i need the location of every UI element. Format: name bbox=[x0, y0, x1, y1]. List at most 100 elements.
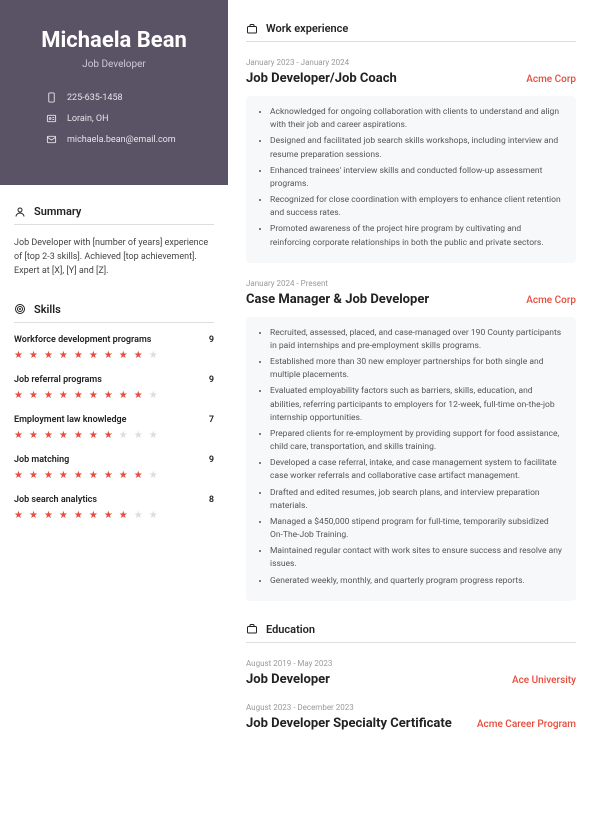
sidebar-body: Summary Job Developer with [number of ye… bbox=[0, 185, 228, 555]
star-icon: ★ bbox=[14, 390, 23, 401]
school-name: Ace University bbox=[512, 675, 576, 686]
star-icon: ★ bbox=[104, 390, 113, 401]
phone-icon bbox=[46, 92, 57, 103]
bullet-item: Designed and facilitated job search skil… bbox=[270, 135, 562, 161]
star-icon: ★ bbox=[149, 390, 158, 401]
date-range: January 2023 - January 2024 bbox=[246, 58, 576, 67]
bullet-item: Managed a $450,000 stipend program for f… bbox=[270, 516, 562, 542]
star-icon: ★ bbox=[104, 350, 113, 361]
star-icon: ★ bbox=[119, 430, 128, 441]
skills-list: Workforce development programs 9 ★ ★ ★ ★ ★ ★ ★ ★ ★… bbox=[14, 335, 214, 521]
star-icon: ★ bbox=[74, 430, 83, 441]
edu-title-row: Job Developer Ace University bbox=[246, 672, 576, 687]
skill-score: 9 bbox=[209, 375, 214, 385]
briefcase-icon bbox=[246, 23, 258, 35]
star-icon: ★ bbox=[74, 470, 83, 481]
skill-item: Job referral programs9★★★★★★★★★★ bbox=[14, 375, 214, 401]
hero-block: Michaela Bean Job Developer 225-635-1458… bbox=[0, 0, 228, 185]
company-name: Acme Corp bbox=[526, 295, 576, 306]
star-icon: ★ bbox=[119, 470, 128, 481]
work-label: Work experience bbox=[266, 22, 348, 35]
person-name: Michaela Bean bbox=[18, 28, 210, 53]
star-icon: ★ bbox=[134, 390, 143, 401]
star-icon: ★ bbox=[104, 430, 113, 441]
star-icon: ★ bbox=[89, 390, 98, 401]
star-row: ★★★★★★★★★★ bbox=[14, 430, 214, 441]
job-title: Job Developer/Job Coach bbox=[246, 71, 397, 86]
summary-text: Job Developer with [number of years] exp… bbox=[14, 237, 214, 279]
skill-item: Employment law knowledge7★★★★★★★★★★ bbox=[14, 415, 214, 441]
star-icon: ★ bbox=[59, 390, 68, 401]
star-icon: ★ bbox=[89, 510, 98, 521]
star-icon: ★ bbox=[59, 510, 68, 521]
person-title: Job Developer bbox=[18, 59, 210, 70]
bullet-item: Generated weekly, monthly, and quarterly… bbox=[270, 575, 562, 588]
phone-text: 225-635-1458 bbox=[67, 93, 123, 103]
star-icon: ★ bbox=[89, 430, 98, 441]
location-icon bbox=[46, 113, 57, 124]
star-icon: ★ bbox=[29, 350, 38, 361]
skills-heading: Skills bbox=[14, 303, 214, 316]
skill-score: 9 bbox=[209, 455, 214, 465]
star-icon: ★ bbox=[59, 430, 68, 441]
skill-score: 8 bbox=[209, 495, 214, 505]
bullet-item: Maintained regular contact with work sit… bbox=[270, 545, 562, 571]
contact-email: michaela.bean@email.com bbox=[18, 134, 210, 145]
contact-phone: 225-635-1458 bbox=[18, 92, 210, 103]
skill-name: Employment law knowledge bbox=[14, 415, 127, 425]
star-icon: ★ bbox=[14, 350, 23, 361]
contact-location: Lorain, OH bbox=[18, 113, 210, 124]
divider bbox=[246, 41, 576, 42]
skill-name: Job matching bbox=[14, 455, 69, 465]
bullet-item: Acknowledged for ongoing collaboration w… bbox=[270, 106, 562, 132]
bullet-item: Developed a case referral, intake, and c… bbox=[270, 457, 562, 483]
experience-list: January 2023 - January 2024 Job Developer… bbox=[246, 58, 576, 601]
divider bbox=[14, 322, 214, 323]
job-title: Case Manager & Job Developer bbox=[246, 292, 429, 307]
star-icon: ★ bbox=[44, 350, 53, 361]
bullet-item: Prepared clients for re-employment by pr… bbox=[270, 428, 562, 454]
location-text: Lorain, OH bbox=[67, 114, 109, 124]
star-icon: ★ bbox=[104, 510, 113, 521]
work-heading: Work experience bbox=[246, 22, 576, 35]
skill-name: Workforce development programs bbox=[14, 335, 151, 345]
bullet-item: Established more than 30 new employer pa… bbox=[270, 356, 562, 382]
skill-item: Job matching9★★★★★★★★★★ bbox=[14, 455, 214, 481]
star-icon: ★ bbox=[14, 470, 23, 481]
star-icon: ★ bbox=[74, 510, 83, 521]
sidebar: Michaela Bean Job Developer 225-635-1458… bbox=[0, 0, 228, 838]
star-icon: ★ bbox=[134, 430, 143, 441]
bullet-box: Acknowledged for ongoing collaboration w… bbox=[246, 96, 576, 263]
job-title-row: Case Manager & Job Developer Acme Corp bbox=[246, 292, 576, 307]
person-icon bbox=[14, 206, 26, 218]
star-icon: ★ bbox=[59, 350, 68, 361]
skill-item: Workforce development programs9★★★★★★★★★… bbox=[14, 335, 214, 361]
skill-score: 9 bbox=[209, 335, 214, 345]
education-heading: Education bbox=[246, 623, 576, 636]
star-row: ★★★★★★★★★★ bbox=[14, 510, 214, 521]
summary-label: Summary bbox=[34, 205, 81, 218]
bullet-item: Recognized for close coordination with e… bbox=[270, 194, 562, 220]
book-icon bbox=[246, 623, 258, 635]
star-icon: ★ bbox=[29, 390, 38, 401]
bullet-box: Recruited, assessed, placed, and case-ma… bbox=[246, 317, 576, 601]
star-icon: ★ bbox=[149, 350, 158, 361]
star-icon: ★ bbox=[44, 510, 53, 521]
star-icon: ★ bbox=[29, 510, 38, 521]
bullet-item: Recruited, assessed, placed, and case-ma… bbox=[270, 327, 562, 353]
star-icon: ★ bbox=[14, 430, 23, 441]
bullet-item: Promoted awareness of the project hire p… bbox=[270, 223, 562, 249]
star-icon: ★ bbox=[119, 510, 128, 521]
star-icon: ★ bbox=[44, 470, 53, 481]
star-icon: ★ bbox=[29, 430, 38, 441]
star-icon: ★ bbox=[74, 390, 83, 401]
star-icon: ★ bbox=[149, 470, 158, 481]
star-icon: ★ bbox=[119, 390, 128, 401]
bullet-item: Enhanced trainees' interview skills and … bbox=[270, 165, 562, 191]
education-label: Education bbox=[266, 623, 315, 636]
date-range: August 2019 - May 2023 bbox=[246, 659, 576, 668]
star-icon: ★ bbox=[134, 350, 143, 361]
skill-name: Job referral programs bbox=[14, 375, 102, 385]
star-icon: ★ bbox=[89, 350, 98, 361]
edu-title: Job Developer bbox=[246, 672, 330, 687]
